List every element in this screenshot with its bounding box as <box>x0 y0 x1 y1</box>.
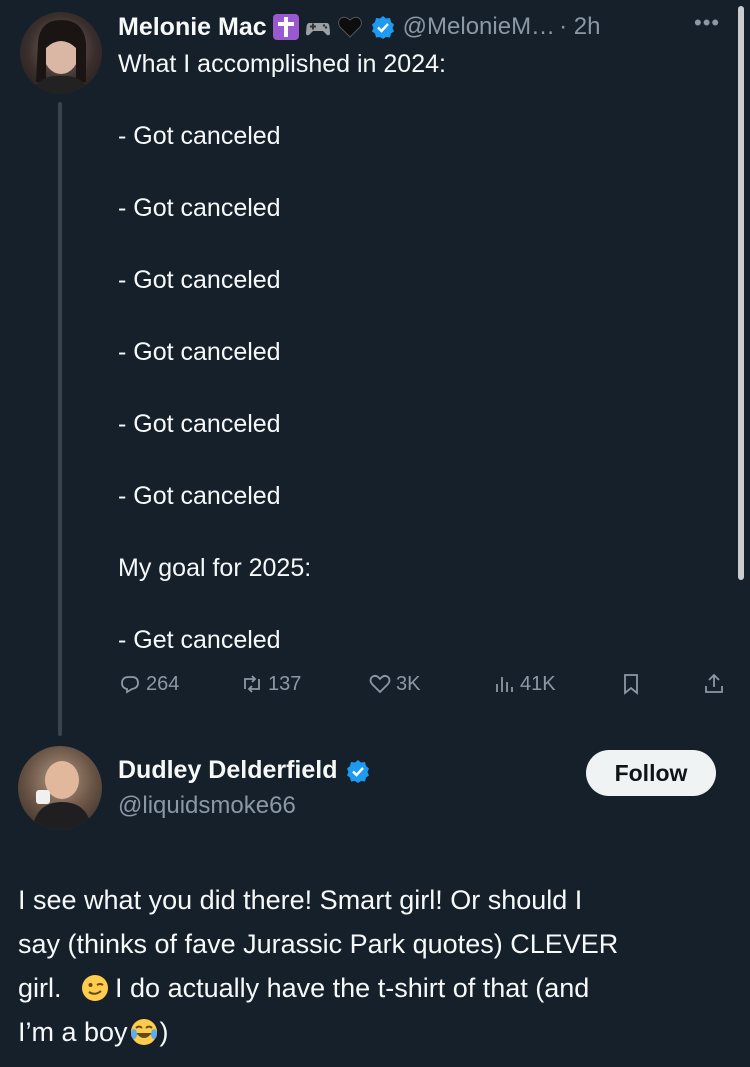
verified-icon <box>371 16 394 39</box>
gamepad-emoji-icon <box>305 14 331 40</box>
reply-count: 264 <box>146 672 180 695</box>
reply-line: say (thinks of fave Jurassic Park quotes… <box>18 929 619 959</box>
repost-count: 137 <box>268 672 302 695</box>
like-icon <box>369 674 391 694</box>
more-icon[interactable]: ••• <box>694 10 720 36</box>
views-icon <box>496 677 513 692</box>
reply-fragment: ) <box>159 1017 169 1047</box>
views-count: 41K <box>520 672 556 695</box>
tweet-line-gap <box>118 154 718 190</box>
share-button[interactable] <box>702 672 730 696</box>
thread-connector <box>58 102 62 736</box>
tweet-line: What I accomplished in 2024: <box>118 50 446 78</box>
reply-author-handle[interactable]: @liquidsmoke66 <box>118 792 296 820</box>
tweet-line: - Got canceled <box>118 410 281 438</box>
tweet-line-gap <box>118 586 718 622</box>
share-icon <box>705 673 723 693</box>
repost-icon <box>244 675 260 693</box>
reply-fragment: girl. <box>18 973 62 1003</box>
tweet-header: Melonie Mac @MelonieM… · 2h <box>118 8 600 46</box>
reply-icon <box>121 676 139 694</box>
bookmark-icon <box>624 674 638 695</box>
tweet-line-gap <box>118 82 718 118</box>
wink-emoji-icon <box>82 975 109 1001</box>
follow-button[interactable]: Follow <box>586 750 716 796</box>
laughing-emoji-icon <box>130 1019 157 1045</box>
author-handle[interactable]: @MelonieM… <box>403 13 555 41</box>
reply-author-name[interactable]: Dudley Delderfield <box>118 756 338 785</box>
tweet-line: - Got canceled <box>118 482 281 510</box>
tweet-line-gap <box>118 298 718 334</box>
reply-text: I see what you did there! Smart girl! Or… <box>18 878 733 1054</box>
reply-line: I see what you did there! Smart girl! Or… <box>18 885 583 915</box>
tweet-line: - Get canceled <box>118 626 281 654</box>
like-count: 3K <box>396 672 421 695</box>
black-heart-emoji-icon <box>337 14 363 40</box>
cross-emoji-icon <box>272 14 299 40</box>
tweet-actions: 264 137 3K 41K <box>118 672 728 706</box>
tweet-time[interactable]: · 2h <box>559 13 600 41</box>
reply-header: Dudley Delderfield <box>118 756 370 785</box>
views-button[interactable]: 41K <box>492 672 556 696</box>
reply-line: girl. I do actually have the t-shirt of … <box>18 966 733 1010</box>
tweet-line-gap <box>118 226 718 262</box>
tweet-line-gap <box>118 514 718 550</box>
tweet-line: - Got canceled <box>118 122 281 150</box>
tweet-line: My goal for 2025: <box>118 554 312 582</box>
tweet-line: - Got canceled <box>118 338 281 366</box>
reply-button[interactable]: 264 <box>118 672 179 696</box>
tweet-line: - Got canceled <box>118 266 281 294</box>
melonie-avatar[interactable] <box>20 12 102 94</box>
bookmark-button[interactable] <box>619 672 647 696</box>
scrollbar[interactable] <box>738 6 744 580</box>
tweet-line-gap <box>118 370 718 406</box>
tweet-line: - Got canceled <box>118 194 281 222</box>
tweet-line-gap <box>118 442 718 478</box>
tweet-text: What I accomplished in 2024: - Got cance… <box>118 46 718 658</box>
reply-fragment: I do actually have the t-shirt of that (… <box>115 973 590 1003</box>
repost-button[interactable]: 137 <box>240 672 301 696</box>
author-name[interactable]: Melonie Mac <box>118 13 267 42</box>
reply-fragment: I’m a boy <box>18 1017 128 1047</box>
dudley-avatar[interactable] <box>18 746 102 830</box>
verified-icon <box>346 759 369 783</box>
like-button[interactable]: 3K <box>368 672 420 696</box>
reply-line: I’m a boy ) <box>18 1010 733 1054</box>
